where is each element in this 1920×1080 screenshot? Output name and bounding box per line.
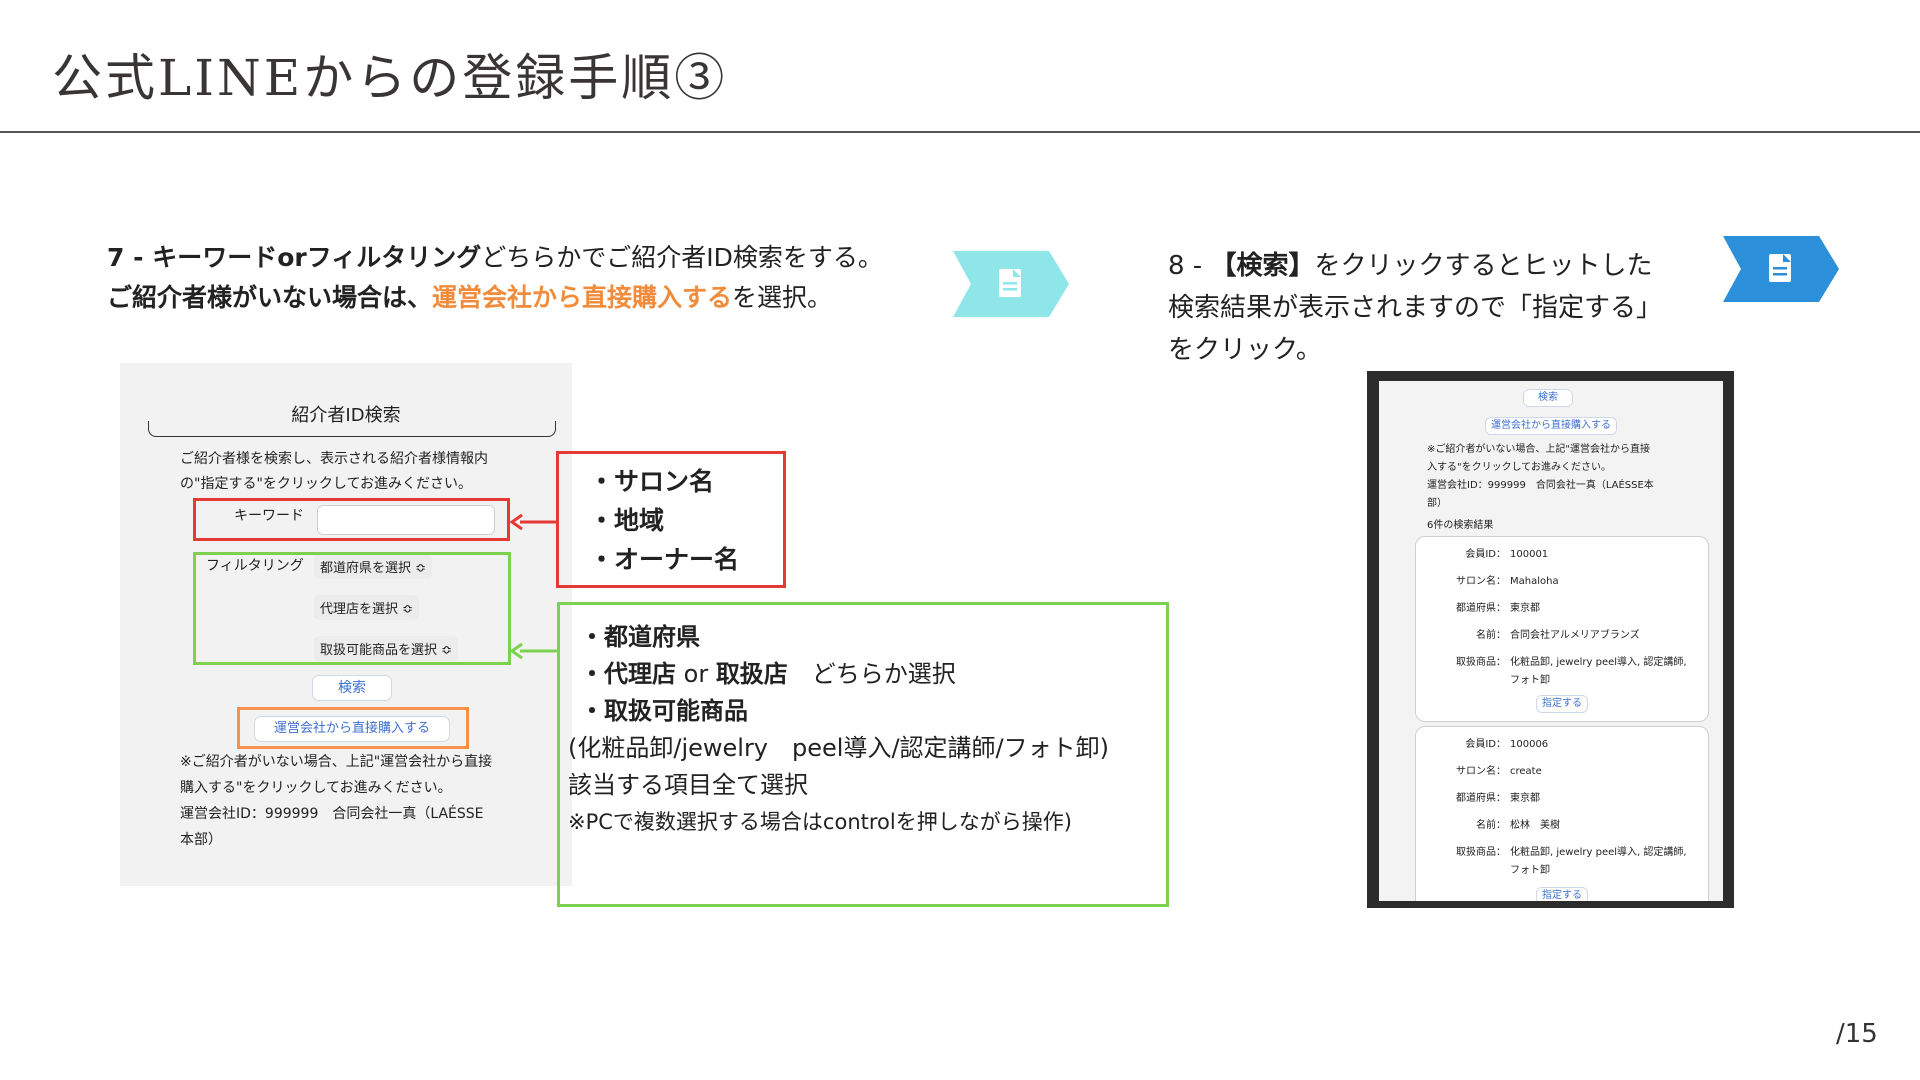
step-7-number: 7 - xyxy=(107,243,153,272)
step-7-no-referrer: ご紹介者様がいない場合は、 xyxy=(107,283,433,312)
result-value: 化粧品卸, jewelry peel導入, 認定講師, xyxy=(1510,657,1687,668)
callout-agent: ・代理店 xyxy=(580,660,676,688)
step-8-badge xyxy=(1723,236,1839,302)
phone-note: ※ご紹介者がいない場合、上記"運営会社から直接 入する"をクリックしてお進みくだ… xyxy=(1427,441,1654,513)
result-value: 東京都 xyxy=(1510,793,1540,804)
step-8-line2: 検索結果が表示されますので「指定する」 xyxy=(1168,293,1663,323)
step-8-search: 【検索】 xyxy=(1210,251,1315,281)
result-key: 名前： xyxy=(1476,820,1506,831)
result-key: 都道府県： xyxy=(1456,603,1506,614)
page-number: /15 xyxy=(1836,1019,1878,1049)
result-prefecture: 都道府県： 東京都 xyxy=(1416,599,1540,614)
result-key: 会員ID： xyxy=(1465,739,1506,750)
results-count: 6件の検索結果 xyxy=(1427,520,1494,531)
page-title: 公式LINEからの登録手順③ xyxy=(52,49,728,107)
form-foot-line2: 購入する"をクリックしてお進みください。 xyxy=(180,780,452,796)
result-card: 会員ID： 100001 サロン名： Mahaloha 都道府県： 東京都 名前： 合同… xyxy=(1415,536,1709,722)
phone-search-button[interactable]: 検索 xyxy=(1523,389,1573,407)
step-7-action: どちらかでご紹介者ID検索をする。 xyxy=(481,243,883,272)
keyword-callout: ・サロン名 ・地域 ・オーナー名 xyxy=(556,451,786,588)
result-key: 取扱商品： xyxy=(1456,847,1506,858)
step-7-select: を選択。 xyxy=(732,283,833,312)
step-8-number: 8 - xyxy=(1168,251,1211,281)
callout-prefecture: ・都道府県 xyxy=(580,623,700,651)
green-arrow-icon xyxy=(509,642,558,660)
phone-direct-purchase-button[interactable]: 運営会社から直接購入する xyxy=(1485,417,1617,435)
phone-note-line4: 部） xyxy=(1427,498,1447,509)
result-member-id: 会員ID： 100006 xyxy=(1416,735,1548,750)
form-foot-line1: ※ご紹介者がいない場合、上記"運営会社から直接 xyxy=(180,754,493,770)
callout-dealer: 取扱店 xyxy=(715,660,788,688)
result-value: 100006 xyxy=(1510,739,1549,750)
result-value: Mahaloha xyxy=(1510,576,1559,587)
phone-note-line1: ※ご紹介者がいない場合、上記"運営会社から直接 xyxy=(1427,444,1650,455)
result-salon: サロン名： Mahaloha xyxy=(1416,572,1559,587)
filter-highlight-box xyxy=(193,552,511,665)
result-key: サロン名： xyxy=(1456,576,1506,587)
result-value: 松林 美樹 xyxy=(1510,820,1560,831)
phone-note-line2: 入する"をクリックしてお進みください。 xyxy=(1427,462,1611,473)
result-key: 会員ID： xyxy=(1465,549,1506,560)
result-key: 取扱商品： xyxy=(1456,657,1506,668)
document-icon xyxy=(953,251,1069,317)
result-value: 化粧品卸, jewelry peel導入, 認定講師, xyxy=(1510,847,1687,858)
result-key: サロン名： xyxy=(1456,766,1506,777)
result-value: 合同会社アルメリアブランズ xyxy=(1510,630,1640,641)
result-value: create xyxy=(1510,766,1542,777)
callout-product-list: (化粧品卸/jewelry peel導入/認定講師/フォト卸) xyxy=(568,734,1109,762)
phone-screen: 検索 運営会社から直接購入する ※ご紹介者がいない場合、上記"運営会社から直接 … xyxy=(1379,381,1723,901)
result-key: 都道府県： xyxy=(1456,793,1506,804)
direct-purchase-highlight-box xyxy=(237,707,469,749)
result-value: 100001 xyxy=(1510,549,1549,560)
callout-or: or xyxy=(676,660,716,688)
header-divider xyxy=(0,131,1920,133)
search-button[interactable]: 検索 xyxy=(312,675,392,701)
assign-button[interactable]: 指定する xyxy=(1536,695,1588,713)
step-7-direct-purchase: 運営会社から直接購入する xyxy=(432,283,733,312)
form-desc-line2: の"指定する"をクリックしてお進みください。 xyxy=(180,476,473,492)
step-7-badge xyxy=(953,251,1069,317)
result-member-id: 会員ID： 100001 xyxy=(1416,545,1548,560)
result-value: 東京都 xyxy=(1510,603,1540,614)
phone-note-line3: 運営会社ID：999999 合同会社一真（LAÉSSE本 xyxy=(1427,480,1654,491)
callout-choose-either: どちらか選択 xyxy=(787,660,956,688)
callout-products: ・取扱可能商品 xyxy=(580,697,748,725)
step-8-instructions: 8 - 【検索】をクリックするとヒットした 検索結果が表示されますので「指定する… xyxy=(1168,245,1662,371)
result-prefecture: 都道府県： 東京都 xyxy=(1416,789,1540,804)
callout-pc-note: ※PCで複数選択する場合はcontrolを押しながら操作) xyxy=(568,810,1072,834)
callout-owner-name: ・オーナー名 xyxy=(589,545,740,574)
result-products: 取扱商品： 化粧品卸, jewelry peel導入, 認定講師, xyxy=(1416,653,1687,668)
callout-agent-line: ・代理店 or 取扱店 どちらか選択 xyxy=(580,656,1166,693)
keyword-highlight-box xyxy=(193,498,510,541)
result-key: 名前： xyxy=(1476,630,1506,641)
form-description: ご紹介者様を検索し、表示される紹介者様情報内 の"指定する"をクリックしてお進み… xyxy=(180,447,488,497)
form-foot-line3: 運営会社ID：999999 合同会社一真（LAÉSSE xyxy=(180,806,484,822)
search-results-screenshot: 検索 運営会社から直接購入する ※ご紹介者がいない場合、上記"運営会社から直接 … xyxy=(1367,371,1734,908)
form-foot-line4: 本部） xyxy=(180,832,222,848)
step-8-line3: をクリック。 xyxy=(1168,335,1322,365)
result-products-cont: フォト卸 xyxy=(1510,675,1550,686)
assign-button[interactable]: 指定する xyxy=(1536,887,1588,901)
callout-salon-name: ・サロン名 xyxy=(589,467,715,496)
filter-callout: ・都道府県 ・代理店 or 取扱店 どちらか選択 ・取扱可能商品 (化粧品卸/j… xyxy=(557,602,1169,907)
result-products: 取扱商品： 化粧品卸, jewelry peel導入, 認定講師, xyxy=(1416,843,1687,858)
result-name: 名前： 松林 美樹 xyxy=(1416,816,1560,831)
step-8-action: をクリックするとヒットした xyxy=(1314,251,1653,281)
result-card: 会員ID： 100006 サロン名： create 都道府県： 東京都 名前： 松林 美… xyxy=(1415,726,1709,901)
document-icon xyxy=(1723,236,1839,302)
callout-region: ・地域 xyxy=(589,506,665,535)
result-products-cont: フォト卸 xyxy=(1510,865,1550,876)
callout-select-all: 該当する項目全て選択 xyxy=(568,771,808,799)
result-salon: サロン名： create xyxy=(1416,762,1542,777)
form-desc-line1: ご紹介者様を検索し、表示される紹介者様情報内 xyxy=(180,451,488,467)
step-7-method: キーワードorフィルタリング xyxy=(152,243,482,272)
form-footnote: ※ご紹介者がいない場合、上記"運営会社から直接 購入する"をクリックしてお進みく… xyxy=(180,749,492,853)
form-title-underline xyxy=(148,421,556,437)
step-7-instructions: 7 - キーワードorフィルタリングどちらかでご紹介者ID検索をする。 ご紹介者… xyxy=(107,238,883,318)
result-name: 名前： 合同会社アルメリアブランズ xyxy=(1416,626,1640,641)
red-arrow-icon xyxy=(509,513,558,531)
